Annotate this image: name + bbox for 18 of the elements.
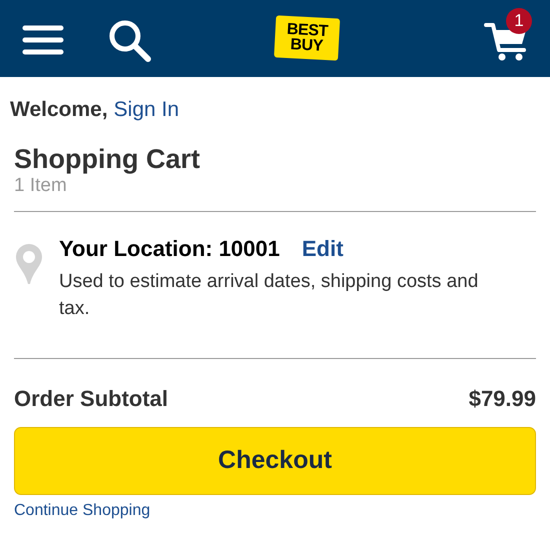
sign-in-link[interactable]: Sign In — [114, 97, 180, 123]
logo-text: BUY — [290, 37, 324, 54]
continue-shopping-link[interactable]: Continue Shopping — [14, 501, 536, 521]
menu-icon[interactable] — [22, 24, 64, 54]
location-note: Used to estimate arrival dates, shipping costs and tax. — [59, 270, 479, 321]
search-icon[interactable] — [108, 18, 152, 62]
cart-count-badge: 1 — [506, 8, 532, 34]
welcome-text: Welcome, — [10, 97, 108, 123]
subtotal-amount: $79.99 — [468, 385, 536, 413]
location-pin-icon — [14, 242, 44, 286]
location-label: Your Location: 10001 — [59, 235, 280, 263]
cart-title: Shopping Cart — [14, 143, 201, 175]
logo-tag[interactable]: BEST BUY — [274, 15, 340, 61]
checkout-button[interactable]: Checkout — [14, 427, 536, 495]
subtotal-label: Order Subtotal — [14, 385, 168, 413]
edit-link[interactable]: Edit — [302, 234, 344, 264]
item-count: 1 Item — [14, 175, 68, 197]
logo-text: BEST — [286, 22, 328, 40]
